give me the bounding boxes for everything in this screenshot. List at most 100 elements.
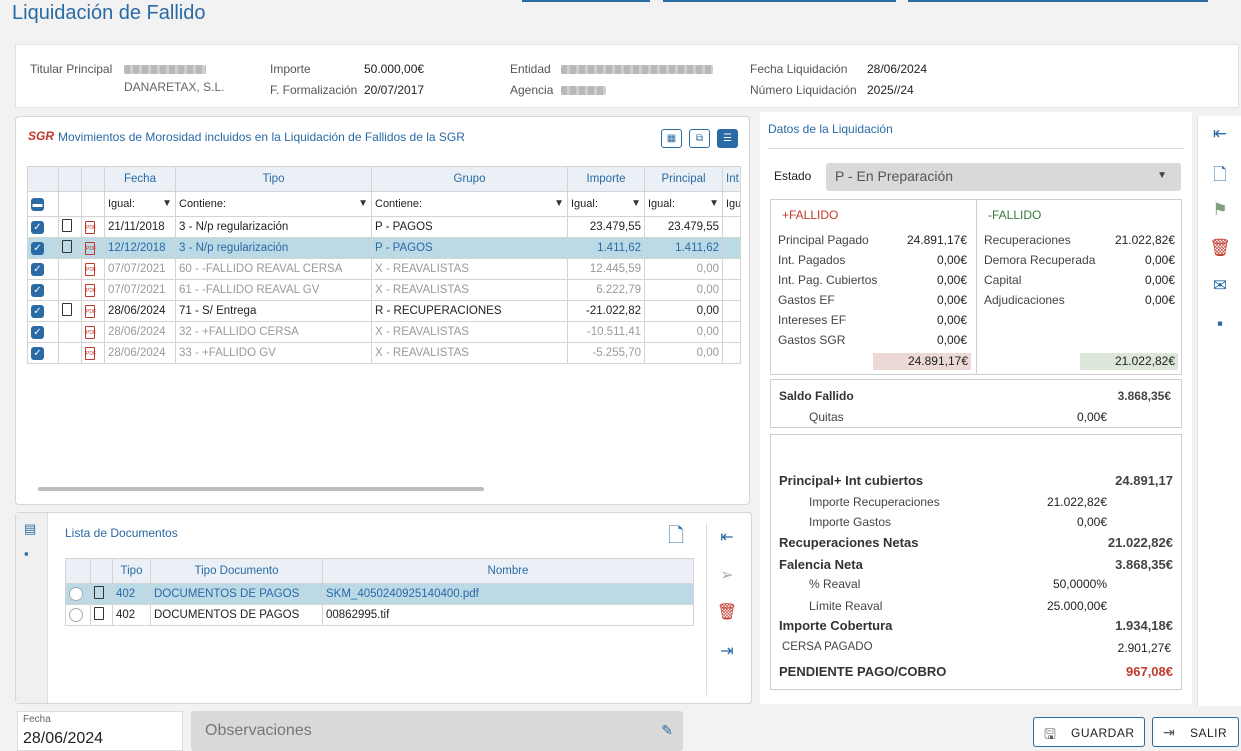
mas_fallido-label: Intereses EF xyxy=(778,313,847,327)
pdf-icon[interactable]: PDF xyxy=(85,221,96,234)
pdf-icon[interactable]: PDF xyxy=(85,326,96,339)
filter-icon[interactable]: ▼ xyxy=(162,198,172,209)
pdf-icon[interactable]: PDF xyxy=(85,305,96,318)
filter-importe[interactable]: Igual: xyxy=(571,198,598,210)
filter-icon[interactable]: ▼ xyxy=(358,198,368,209)
row-radio[interactable] xyxy=(69,608,83,622)
edit-icon[interactable]: ✎ xyxy=(661,722,673,739)
trash-icon[interactable]: 🗑 xyxy=(716,602,738,622)
pdf-icon[interactable]: PDF xyxy=(85,263,96,276)
cell-tipo: 3 - N/p regularización xyxy=(175,216,372,238)
f-formalizacion-value: 20/07/2017 xyxy=(364,83,425,97)
trash-icon[interactable]: 🗑 xyxy=(1209,238,1231,258)
salir-button[interactable]: ⇥ SALIR xyxy=(1152,717,1239,747)
col-int[interactable]: Int xyxy=(722,166,741,192)
row-checkbox[interactable]: ✓ xyxy=(31,346,44,360)
pdf-icon[interactable]: PDF xyxy=(85,284,96,297)
cell-tipo: 402 xyxy=(112,583,151,605)
table-row[interactable]: 402 DOCUMENTOS DE PAGOS 00862995.tif xyxy=(65,604,694,626)
filter-icon[interactable]: ▼ xyxy=(709,198,719,209)
document-icon[interactable] xyxy=(94,586,104,599)
table-row[interactable]: ✓ PDF 07/07/2021 61 - -FALLIDO REAVAL GV X -… xyxy=(27,279,741,301)
document-icon[interactable] xyxy=(62,219,72,232)
fecha-field[interactable]: Fecha 28/06/2024 xyxy=(17,711,183,751)
row-radio[interactable] xyxy=(69,587,83,601)
flag-icon[interactable]: ⚑ xyxy=(1209,200,1231,220)
settings-sliders-icon[interactable]: ☰ xyxy=(717,129,738,148)
top-link[interactable] xyxy=(522,0,650,2)
col-fecha[interactable]: Fecha xyxy=(104,166,176,192)
row-checkbox[interactable]: ✓ xyxy=(31,325,44,339)
menos-fallido-title: -FALLIDO xyxy=(988,208,1042,222)
cell-tipo: 60 - -FALLIDO REAVAL CERSA xyxy=(175,258,372,280)
col-principal[interactable]: Principal xyxy=(644,166,723,192)
table-row[interactable]: ✓ PDF 28/06/2024 71 - S/ Entrega R - RECUPER… xyxy=(27,300,741,322)
note-icon[interactable]: ▪ xyxy=(1209,314,1231,334)
cell-tipo: 71 - S/ Entrega xyxy=(175,300,372,322)
resumen-value: 1.934,18€ xyxy=(1115,618,1173,633)
estado-select[interactable]: P - En Preparación ▼ xyxy=(826,163,1181,191)
select-all-checkbox[interactable]: ▬ xyxy=(31,197,44,211)
filter-grupo[interactable]: Contiene: xyxy=(375,198,422,210)
row-checkbox[interactable]: ✓ xyxy=(31,262,44,276)
table-row[interactable]: ✓ PDF 28/06/2024 33 - +FALLIDO GV X - REAVAL… xyxy=(27,342,741,364)
filter-int[interactable]: Igu xyxy=(726,198,740,210)
documentos-title: Lista de Documentos xyxy=(65,526,178,540)
liquidacion-title: Datos de la Liquidación xyxy=(768,122,893,136)
document-icon[interactable] xyxy=(94,607,104,620)
col-tipo-doc[interactable]: Tipo xyxy=(112,558,151,584)
col-tipo[interactable]: Tipo xyxy=(175,166,372,192)
document-add-icon[interactable]: 🗋 xyxy=(1209,162,1231,191)
table-row[interactable]: ✓ PDF 21/11/2018 3 - N/p regularización P - … xyxy=(27,216,741,238)
row-checkbox[interactable]: ✓ xyxy=(31,304,44,318)
doc-list-icon[interactable]: ▤ xyxy=(24,521,36,537)
cell-tipo: 61 - -FALLIDO REAVAL GV xyxy=(175,279,372,301)
pdf-icon[interactable]: PDF xyxy=(85,347,96,360)
document-icon[interactable] xyxy=(62,303,72,316)
cell-nombre[interactable]: SKM_4050240925140400.pdf xyxy=(322,583,694,605)
horizontal-scrollbar[interactable] xyxy=(38,487,484,491)
copy-icon[interactable]: ⧉ xyxy=(689,129,710,148)
resumen-label: Importe Gastos xyxy=(809,515,892,529)
collapse-left-icon[interactable]: ⇤ xyxy=(716,527,738,547)
filter-principal[interactable]: Igual: xyxy=(648,198,675,210)
resumen-box: Principal+ Int cubiertos 24.891,17 Importe… xyxy=(770,434,1182,690)
cell-grupo: X - REAVALISTAS xyxy=(371,279,568,301)
resumen-value: 21.022,82€ xyxy=(1107,535,1173,550)
filter-icon[interactable]: ▼ xyxy=(554,198,564,209)
row-checkbox[interactable]: ✓ xyxy=(31,220,44,234)
col-importe[interactable]: Importe xyxy=(567,166,645,192)
mail-icon[interactable]: ✉ xyxy=(1209,276,1231,296)
col-grupo[interactable]: Grupo xyxy=(371,166,568,192)
row-checkbox[interactable]: ✓ xyxy=(31,283,44,297)
observaciones-field[interactable]: Observaciones ✎ xyxy=(191,711,683,751)
num-liq-label: Número Liquidación xyxy=(750,83,857,97)
send-icon[interactable]: ➢ xyxy=(716,565,738,585)
col-nombre[interactable]: Nombre xyxy=(322,558,694,584)
fecha-liq-label: Fecha Liquidación xyxy=(750,62,848,76)
mas_fallido-label: Gastos EF xyxy=(778,293,835,307)
table-row[interactable]: 402 DOCUMENTOS DE PAGOS SKM_40502409251404… xyxy=(65,583,694,605)
table-row[interactable]: ✓ PDF 07/07/2021 60 - -FALLIDO REAVAL CERSA… xyxy=(27,258,741,280)
cell-principal: 0,00 xyxy=(644,258,723,280)
cell-importe: 12.445,59 xyxy=(567,258,645,280)
note-icon[interactable]: ▪ xyxy=(24,546,29,561)
filter-fecha[interactable]: Igual: xyxy=(108,198,135,210)
top-link[interactable] xyxy=(908,0,1208,2)
cell-nombre[interactable]: 00862995.tif xyxy=(322,604,694,626)
logout-icon[interactable]: ⇥ xyxy=(716,641,738,661)
col-tipo-documento[interactable]: Tipo Documento xyxy=(150,558,323,584)
table-row[interactable]: ✓ PDF 12/12/2018 3 - N/p regularización P - … xyxy=(27,237,741,259)
filter-tipo[interactable]: Contiene: xyxy=(179,198,226,210)
add-document-icon[interactable]: 🗋 xyxy=(668,521,684,555)
top-link[interactable] xyxy=(663,0,896,2)
pdf-icon[interactable]: PDF xyxy=(85,242,96,255)
export-icon[interactable]: ▦ xyxy=(661,129,682,148)
collapse-left-icon[interactable]: ⇤ xyxy=(1209,124,1231,144)
filter-icon[interactable]: ▼ xyxy=(631,198,641,209)
guardar-button[interactable]: 🖫 GUARDAR xyxy=(1033,717,1145,747)
document-icon[interactable] xyxy=(62,240,72,253)
table-row[interactable]: ✓ PDF 28/06/2024 32 - +FALLIDO CERSA X - REA… xyxy=(27,321,741,343)
fecha-value[interactable]: 28/06/2024 xyxy=(23,730,103,748)
row-checkbox[interactable]: ✓ xyxy=(31,241,44,255)
